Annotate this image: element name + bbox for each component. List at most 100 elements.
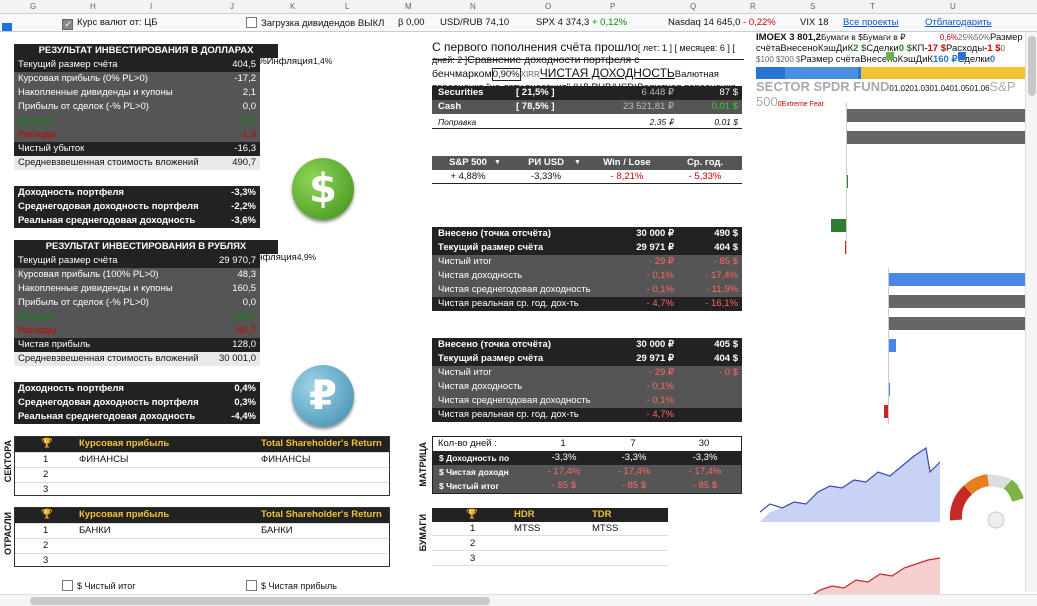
- fx-row: Текущий размер счёта 29 971 ₽ 404 $: [432, 241, 742, 255]
- correction-rub: 2,35 ₽: [649, 117, 674, 127]
- fx-usd: 404 $: [714, 242, 738, 253]
- fx-rub: 29 971 ₽: [636, 242, 674, 253]
- result-row: Расходы -1,3: [14, 128, 260, 142]
- result-value: 160,5: [232, 283, 256, 294]
- bottom-net-total-check[interactable]: $ Чистый итог: [62, 580, 136, 591]
- row-index: 2: [43, 540, 49, 551]
- papers-tdr: MTSS: [592, 523, 619, 534]
- fx-rub: - 0,1%: [646, 284, 674, 295]
- fx-label: Чистая доходность: [438, 270, 523, 281]
- rub-bar: [888, 339, 896, 352]
- bench-extra: 0,90%: [491, 68, 521, 81]
- row-index: 1: [43, 454, 49, 465]
- dropdown-icon[interactable]: ▼: [494, 156, 501, 170]
- checkbox-icon[interactable]: ✓: [62, 19, 73, 30]
- usd-bar-label: Кэш: [817, 43, 836, 54]
- result-value: 490,7: [232, 157, 256, 168]
- usd-bar-value: -1 $: [984, 43, 1001, 54]
- horizontal-scrollbar[interactable]: [0, 594, 1037, 606]
- fx-row: Текущий размер счёта 29 971 ₽ 404 $: [432, 352, 742, 366]
- matrix-cell: - 17,4%: [617, 466, 651, 477]
- result-label: Текущий размер счёта: [18, 59, 118, 70]
- fx-label: Чистый итог: [438, 256, 492, 267]
- fx-label: Текущий размер счёта: [438, 353, 544, 364]
- alloc-usd: 0,01 $: [711, 101, 738, 112]
- usd-bar: [846, 131, 1026, 144]
- fx-usd: 490 $: [714, 228, 738, 239]
- table-row: 2: [15, 467, 389, 481]
- fx-rub: - 29 ₽: [648, 367, 674, 378]
- alloc-row: Cash [ 78,5% ] 23 521,81 ₽ 0,01 $: [432, 100, 742, 114]
- papers-header: 🏆 HDR TDR: [432, 508, 668, 522]
- fx-usd: - 11,9%: [705, 284, 738, 295]
- perf-value: -3,6%: [231, 215, 256, 226]
- column-header-row: G H I J K L M N O P Q R S T U: [0, 0, 1037, 14]
- dividends-checkbox[interactable]: Загрузка дивидендов ВЫКЛ: [246, 17, 384, 29]
- alloc-share: [ 78,5% ]: [516, 101, 555, 112]
- checkbox-icon[interactable]: [246, 17, 257, 28]
- industries-table: 🏆 Курсовая прибыль Total Shareholder's Ret…: [14, 507, 390, 567]
- xlk-x-tick: 01.06: [969, 84, 990, 93]
- perf-label: Среднегодовая доходность портфеля: [18, 201, 199, 212]
- perf-value: 0,3%: [234, 397, 256, 408]
- result-label: Доходы: [18, 115, 52, 126]
- result-label: Текущий размер счёта: [18, 255, 118, 266]
- result-label: Средневзвешенная стоимость вложений: [18, 157, 198, 168]
- bottom-net-profit-check[interactable]: $ Чистая прибыль: [246, 580, 337, 591]
- result-value: -1,3: [239, 129, 256, 140]
- sectors-label: СЕКТОРА: [3, 440, 13, 483]
- bench-value-cell: - 5,33%: [688, 171, 722, 182]
- checkbox-icon[interactable]: [62, 580, 73, 591]
- checkbox-icon[interactable]: [246, 580, 257, 591]
- result-row: Доходы -15,1: [14, 114, 260, 128]
- papers-label: БУМАГИ: [418, 514, 428, 552]
- donate-link[interactable]: Отблагодарить: [925, 17, 992, 28]
- ticker-bar: ✓ Курс валют от: ЦБ Загрузка дивидендов В…: [0, 14, 1037, 32]
- imoex-value: IMOEX 3 801,2: [756, 32, 821, 43]
- fx-label: Внесено (точка отсчёта): [438, 339, 551, 350]
- fx-row: Чистая среднегодовая доходность - 0,1% - 1…: [432, 283, 742, 297]
- usdrub-rate: USD/RUB 74,10: [440, 17, 510, 28]
- legend-usd: Бумаги в $: [820, 32, 863, 42]
- papers-header-hdr: HDR: [514, 509, 535, 520]
- xlk-x-tick: 01.02: [889, 84, 910, 93]
- bench-value-cell: - 8,21%: [610, 171, 644, 182]
- fx-row: Чистая реальная ср. год. дох-ть - 4,7% - 1…: [432, 297, 742, 311]
- vertical-scrollbar[interactable]: [1025, 32, 1037, 592]
- result-value: -80,7: [234, 325, 256, 336]
- fx-rub: - 4,7%: [646, 409, 674, 420]
- perf-row: Реальная среднегодовая доходность -4,4%: [14, 410, 260, 424]
- fx-label: Текущий размер счёта: [438, 242, 544, 253]
- result-row: Чистый убыток -16,3: [14, 142, 260, 156]
- matrix-cell: $ Чистая доходн: [439, 467, 509, 477]
- result-row: Прибыль от сделок (-% PL>0) 0,0: [14, 100, 260, 114]
- nasdaq-value: Nasdaq 14 645,0: [668, 17, 741, 28]
- legend-usd-swatch: [886, 52, 894, 60]
- perf-row: Доходность портфеля -3,3%: [14, 186, 260, 200]
- usd-axis: [846, 102, 847, 254]
- nasdaq-quote: Nasdaq 14 645,0 - 0,22%: [668, 17, 776, 28]
- block-title-text: РЕЗУЛЬТАТ ИНВЕСТИРОВАНИЯ В РУБЛЯХ: [45, 241, 247, 252]
- all-projects-link[interactable]: Все проекты: [843, 17, 898, 28]
- sectors-table: 🏆 Курсовая прибыль Total Shareholder's Ret…: [14, 436, 390, 496]
- alloc-share: [ 21,5% ]: [516, 87, 555, 98]
- xlk-chart: [759, 446, 941, 522]
- dropdown-icon[interactable]: ▼: [574, 156, 581, 170]
- header-tsr: Total Shareholder's Return: [261, 509, 382, 520]
- block-title-text: РЕЗУЛЬТАТ ИНВЕСТИРОВАНИЯ В ДОЛЛАРАХ: [38, 45, 254, 56]
- perf-label: Среднегодовая доходность портфеля: [18, 397, 199, 408]
- rub-bar: [888, 295, 1028, 308]
- fx-rub: 29 971 ₽: [636, 353, 674, 364]
- column-letter: G: [30, 2, 37, 11]
- column-letter: L: [345, 2, 350, 11]
- result-value: -15,1: [234, 115, 256, 126]
- perf-value: -2,2%: [231, 201, 256, 212]
- result-row: Средневзвешенная стоимость вложений 490,7: [14, 156, 260, 170]
- net-yield-title: ЧИСТАЯ ДОХОДНОСТЬ: [539, 66, 675, 80]
- nasdaq-change: - 0,22%: [743, 17, 776, 28]
- matrix-header-cell: 30: [698, 438, 710, 449]
- row-tsr: ФИНАНСЫ: [261, 454, 311, 465]
- fx-row: Чистая доходность - 0,1%: [432, 380, 742, 394]
- row-index: 2: [43, 469, 49, 480]
- rates-checkbox[interactable]: ✓ Курс валют от: ЦБ: [62, 17, 158, 30]
